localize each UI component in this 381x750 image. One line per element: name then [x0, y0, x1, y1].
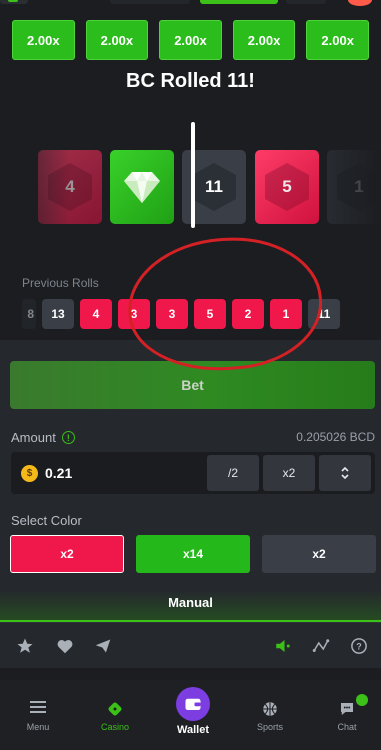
strip-fade-left: [0, 150, 70, 224]
nav-chat[interactable]: Chat: [317, 700, 377, 732]
amount-field[interactable]: $ 0.21 /2 x2: [11, 452, 375, 494]
double-amount-button[interactable]: x2: [263, 455, 315, 491]
tile-number: 5: [282, 177, 292, 196]
diamond-icon: [124, 172, 160, 203]
roll-result-title: BC Rolled 11!: [126, 70, 255, 92]
nav-wallet-label: Wallet: [177, 724, 209, 736]
nav-menu-label: Menu: [26, 722, 50, 732]
tile-number: 11: [205, 177, 223, 196]
notification-dot: [348, 0, 372, 6]
coin-icon: $: [21, 465, 38, 482]
top-fragment-left: [0, 0, 28, 4]
chat-online-dot: [356, 694, 368, 706]
multiplier-button[interactable]: 2.00x: [306, 20, 369, 60]
previous-roll-chip: 8: [22, 299, 36, 329]
svg-text:?: ?: [356, 641, 362, 651]
previous-roll-chip: 13: [42, 299, 74, 329]
half-amount-button[interactable]: /2: [207, 455, 259, 491]
nav-chat-label: Chat: [337, 722, 357, 732]
multiplier-row: 2.00x 2.00x 2.00x 2.00x 2.00x: [12, 20, 369, 60]
multiplier-button[interactable]: 2.00x: [232, 20, 296, 60]
star-icon[interactable]: [14, 635, 36, 657]
previous-roll-chip: 4: [80, 299, 112, 329]
sound-icon[interactable]: [272, 635, 294, 657]
chat-icon: [341, 703, 353, 715]
heart-icon[interactable]: [54, 635, 76, 657]
share-icon[interactable]: [92, 635, 114, 657]
nav-sports[interactable]: Sports: [240, 700, 300, 732]
top-fragment-green: [200, 0, 278, 4]
roll-pointer: [191, 122, 195, 228]
color-gray-button[interactable]: x2: [262, 535, 376, 573]
strip-fade-right: [331, 150, 381, 224]
select-color-label: Select Color: [11, 513, 82, 528]
amount-range-button[interactable]: [319, 455, 371, 491]
amount-label: Amount: [11, 430, 56, 445]
casino-icon: [108, 702, 122, 716]
menu-icon: [30, 701, 46, 713]
nav-sports-label: Sports: [256, 722, 283, 732]
chevron-up-down-icon: [341, 466, 349, 480]
game-toolbar: ?: [0, 622, 381, 668]
help-icon[interactable]: ?: [348, 635, 370, 657]
chart-icon[interactable]: [310, 635, 332, 657]
multiplier-button[interactable]: 2.00x: [159, 20, 222, 60]
multiplier-button[interactable]: 2.00x: [12, 20, 75, 60]
amount-value[interactable]: 0.21: [45, 465, 72, 481]
roulette-tile: [110, 150, 174, 224]
color-green-button[interactable]: x14: [136, 535, 250, 573]
roulette-tile: 5: [255, 150, 319, 224]
top-fragment-gray-2: [286, 0, 326, 4]
multiplier-button[interactable]: 2.00x: [85, 20, 149, 60]
amount-label-row: Amount !: [11, 430, 75, 445]
tab-manual[interactable]: Manual: [0, 590, 381, 622]
info-icon[interactable]: !: [61, 431, 75, 444]
bet-button[interactable]: Bet: [10, 361, 375, 409]
balance-display: 0.205026 BCD: [296, 430, 375, 444]
nav-casino-label: Casino: [100, 722, 129, 732]
top-fragment-gray: [110, 0, 190, 4]
nav-casino[interactable]: Casino: [85, 700, 145, 732]
sports-ball-icon: [263, 702, 277, 716]
color-red-button[interactable]: x2: [10, 535, 124, 573]
nav-menu[interactable]: Menu: [8, 700, 68, 732]
previous-rolls-label: Previous Rolls: [22, 276, 99, 290]
nav-wallet[interactable]: [176, 687, 210, 721]
wallet-icon: [185, 698, 201, 710]
